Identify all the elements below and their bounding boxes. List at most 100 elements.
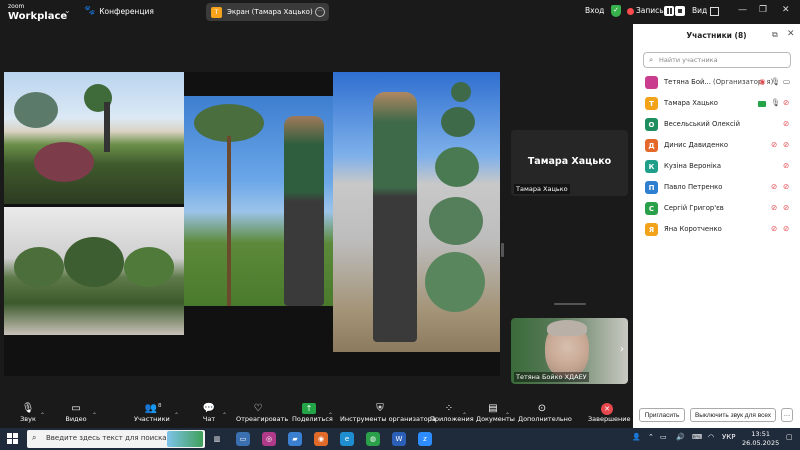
chrome-icon[interactable]: ◍: [366, 432, 380, 446]
conference-label: Конференция: [99, 6, 154, 16]
topiary-photo: [333, 72, 500, 352]
participant-name: Весельський Олексій: [664, 120, 740, 128]
share-label: Поделиться: [292, 415, 333, 423]
mic-icon[interactable]: 🎙: [771, 77, 781, 86]
camera-off-icon[interactable]: ⊘: [783, 224, 789, 233]
app-icon[interactable]: ▰: [288, 432, 302, 446]
search-icon: ⌕: [32, 433, 37, 442]
record-icon: ◉: [759, 77, 766, 86]
camera-off-icon[interactable]: ⊘: [783, 182, 789, 191]
splitter-handle[interactable]: [501, 243, 504, 257]
mic-off-icon[interactable]: ⊘: [771, 182, 777, 191]
video-options-caret[interactable]: ⌃: [92, 402, 97, 421]
more-options-button[interactable]: ···: [781, 408, 793, 422]
video-tile-tetiana[interactable]: Тетяна Бойко ХДАЕУ: [511, 318, 628, 384]
conference-button[interactable]: 🐾 Конференция: [84, 6, 154, 16]
app-icon[interactable]: ▭: [236, 432, 250, 446]
wifi-icon[interactable]: ◠: [708, 433, 714, 441]
camera-off-icon[interactable]: ⊘: [783, 119, 789, 128]
participant-row[interactable]: Тетяна Бой... (Организатор, я) ◉ 🎙 ▭: [633, 72, 800, 93]
chevron-right-icon[interactable]: ›: [620, 344, 624, 355]
mute-all-button[interactable]: Выключить звук для всех: [690, 408, 776, 422]
camera-off-icon[interactable]: ⊘: [783, 203, 789, 212]
documents-options-caret[interactable]: ⌃: [505, 402, 510, 421]
word-icon[interactable]: W: [392, 432, 406, 446]
popout-icon[interactable]: ⧉: [772, 30, 778, 40]
volume-icon[interactable]: 🔊: [676, 433, 685, 441]
more-button[interactable]: ⊙ Дополнительно: [518, 402, 572, 424]
camera-off-icon[interactable]: ⊘: [783, 140, 789, 149]
sharing-icon: [758, 101, 766, 107]
video-tile-tamara[interactable]: Тамара Хацько Тамара Хацько: [511, 130, 628, 196]
notifications-icon[interactable]: ▢: [786, 433, 793, 441]
network-icon[interactable]: ▭: [660, 433, 667, 441]
signin-link[interactable]: Вход: [585, 6, 604, 15]
participant-search[interactable]: ⌕: [643, 52, 791, 68]
share-button[interactable]: ↑ Поделиться: [292, 402, 333, 424]
mic-off-icon[interactable]: ⊘: [771, 224, 777, 233]
end-call-icon: ✕: [588, 402, 626, 415]
chevron-down-icon[interactable]: ⌄: [64, 6, 71, 15]
system-clock[interactable]: 13:51 26.05.2025: [742, 430, 779, 448]
mic-off-icon[interactable]: ⊘: [771, 140, 777, 149]
participant-row[interactable]: Д Динис Давиденко ⊘ ⊘: [633, 135, 800, 156]
audio-button[interactable]: 🎙 Звук: [18, 402, 38, 424]
language-indicator[interactable]: УКР: [722, 433, 735, 441]
firefox-icon[interactable]: ◉: [314, 432, 328, 446]
tile-name-label: Тамара Хацько: [514, 184, 570, 194]
participant-row[interactable]: О Весельський Олексій ⊘: [633, 114, 800, 135]
close-panel-icon[interactable]: ✕: [787, 29, 795, 39]
heart-icon: ♡: [253, 403, 263, 414]
search-input[interactable]: [659, 54, 787, 66]
react-button[interactable]: ♡ Отреагировать: [236, 402, 288, 424]
maximize-icon[interactable]: ❐: [759, 5, 767, 15]
grid-view-icon[interactable]: [710, 7, 719, 16]
windows-start-icon[interactable]: [7, 433, 18, 444]
view-button[interactable]: Вид: [692, 6, 707, 15]
apps-options-caret[interactable]: ⌃: [462, 402, 467, 421]
audio-options-caret[interactable]: ⌃: [40, 402, 45, 421]
shared-screen[interactable]: [4, 72, 500, 376]
viber-icon[interactable]: ◎: [262, 432, 276, 446]
participant-list: Тетяна Бой... (Организатор, я) ◉ 🎙 ▭ Т Т…: [633, 72, 800, 240]
screen-share-indicator[interactable]: T Экран (Тамара Хацько) ···: [206, 3, 329, 21]
resize-handle[interactable]: [554, 303, 586, 305]
mic-icon[interactable]: 🎙: [771, 98, 781, 107]
stop-record-button[interactable]: [675, 6, 685, 16]
shield-icon[interactable]: ✓: [611, 5, 621, 17]
video-button[interactable]: ▭ Видео: [64, 402, 88, 424]
participant-row[interactable]: С Сергій Григор'єв ⊘ ⊘: [633, 198, 800, 219]
camera-off-icon[interactable]: ⊘: [783, 98, 789, 107]
participants-button[interactable]: 👥 8 Участники: [134, 402, 170, 424]
pause-record-button[interactable]: [664, 6, 674, 16]
keyboard-icon[interactable]: ⌨: [692, 433, 702, 441]
edge-icon[interactable]: e: [340, 432, 354, 446]
tile-display-name: Тамара Хацько: [527, 156, 612, 167]
close-icon[interactable]: ✕: [782, 5, 790, 15]
participant-row[interactable]: К Кузіна Вероніка ⊘: [633, 156, 800, 177]
zoom-icon[interactable]: z: [418, 432, 432, 446]
taskbar-search[interactable]: ⌕ Введите здесь текст для поиска: [27, 430, 205, 448]
more-icon[interactable]: ···: [315, 7, 325, 17]
mic-off-icon[interactable]: ⊘: [771, 203, 777, 212]
chevron-up-icon[interactable]: ⌃: [648, 433, 654, 441]
chat-options-caret[interactable]: ⌃: [222, 402, 227, 421]
chat-button[interactable]: 💬 Чат: [200, 402, 218, 424]
invite-button[interactable]: Пригласить: [639, 408, 685, 422]
avatar: О: [645, 118, 658, 131]
end-meeting-button[interactable]: ✕ Завершение: [588, 402, 631, 424]
windows-taskbar: ⌕ Введите здесь текст для поиска ▥ ▭ ◎ ▰…: [0, 428, 800, 450]
participant-row[interactable]: Я Яна Коротченко ⊘ ⊘: [633, 219, 800, 240]
garden-photo-1: [4, 72, 184, 204]
camera-icon[interactable]: ▭: [783, 77, 790, 86]
people-tray-icon[interactable]: 👤: [632, 433, 641, 441]
host-tools-button[interactable]: ⛨ Инструменты организатора: [340, 402, 436, 424]
minimize-icon[interactable]: —: [738, 5, 747, 15]
participant-row[interactable]: Т Тамара Хацько 🎙 ⊘: [633, 93, 800, 114]
participants-options-caret[interactable]: ⌃: [174, 402, 179, 421]
camera-off-icon[interactable]: ⊘: [783, 161, 789, 170]
participant-row[interactable]: П Павло Петренко ⊘ ⊘: [633, 177, 800, 198]
people-icon: 👥: [144, 403, 158, 414]
share-options-caret[interactable]: ⌃: [328, 402, 333, 421]
task-view-icon[interactable]: ▥: [210, 432, 224, 446]
